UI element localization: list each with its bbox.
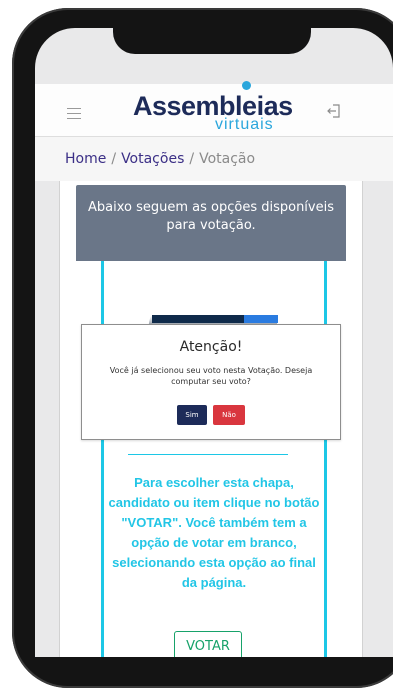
phone-notch xyxy=(113,28,311,54)
hamburger-menu-icon[interactable] xyxy=(67,108,81,123)
breadcrumb-separator: / xyxy=(189,151,195,167)
vote-button[interactable]: VOTAR xyxy=(174,631,242,657)
logo-sub-text: virtuais xyxy=(215,116,274,133)
confirm-vote-modal: Atenção! Você já selecionou seu voto nes… xyxy=(81,324,341,440)
breadcrumb-separator: / xyxy=(111,151,117,167)
card-divider xyxy=(128,454,288,455)
confirm-no-button[interactable]: Não xyxy=(213,405,245,425)
breadcrumb-current: Votação xyxy=(199,151,256,167)
confirm-yes-button[interactable]: Sim xyxy=(177,405,207,425)
breadcrumb: Home / Votações / Votação xyxy=(35,137,393,181)
breadcrumb-home[interactable]: Home xyxy=(65,151,106,167)
modal-message: Você já selecionou seu voto nesta Votaçã… xyxy=(109,366,313,386)
vote-instructions: Para escolher esta chapa, candidato ou i… xyxy=(108,475,320,590)
options-banner: Abaixo seguem as opções disponíveis para… xyxy=(76,185,346,261)
candidate-card: Para escolher esta chapa, candidato ou i… xyxy=(101,261,327,657)
logout-icon[interactable] xyxy=(327,103,341,122)
breadcrumb-votacoes[interactable]: Votações xyxy=(121,151,184,167)
logo-mark-icon xyxy=(242,81,251,90)
app-header: Assembleias virtuais xyxy=(35,81,393,137)
modal-title: Atenção! xyxy=(179,339,243,355)
